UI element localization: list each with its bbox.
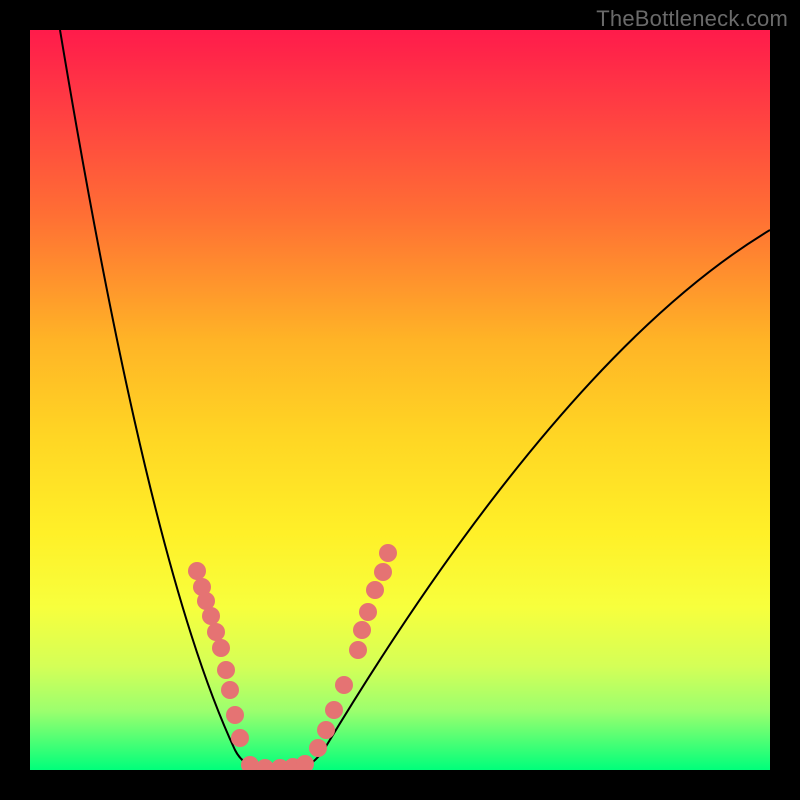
sample-bead: [188, 562, 206, 580]
sample-bead: [317, 721, 335, 739]
sample-bead: [325, 701, 343, 719]
plot-svg: [30, 30, 770, 770]
sample-bead: [379, 544, 397, 562]
bottleneck-curve: [60, 30, 770, 770]
sample-bead: [212, 639, 230, 657]
sample-beads-group: [188, 544, 397, 770]
sample-bead: [366, 581, 384, 599]
sample-bead: [359, 603, 377, 621]
plot-area: [30, 30, 770, 770]
sample-bead: [349, 641, 367, 659]
sample-bead: [221, 681, 239, 699]
sample-bead: [374, 563, 392, 581]
sample-bead: [231, 729, 249, 747]
sample-bead: [202, 607, 220, 625]
watermark-text: TheBottleneck.com: [596, 6, 788, 32]
sample-bead: [309, 739, 327, 757]
chart-frame: TheBottleneck.com: [0, 0, 800, 800]
sample-bead: [207, 623, 225, 641]
sample-bead: [353, 621, 371, 639]
sample-bead: [226, 706, 244, 724]
sample-bead: [335, 676, 353, 694]
sample-bead: [217, 661, 235, 679]
sample-bead: [296, 755, 314, 770]
